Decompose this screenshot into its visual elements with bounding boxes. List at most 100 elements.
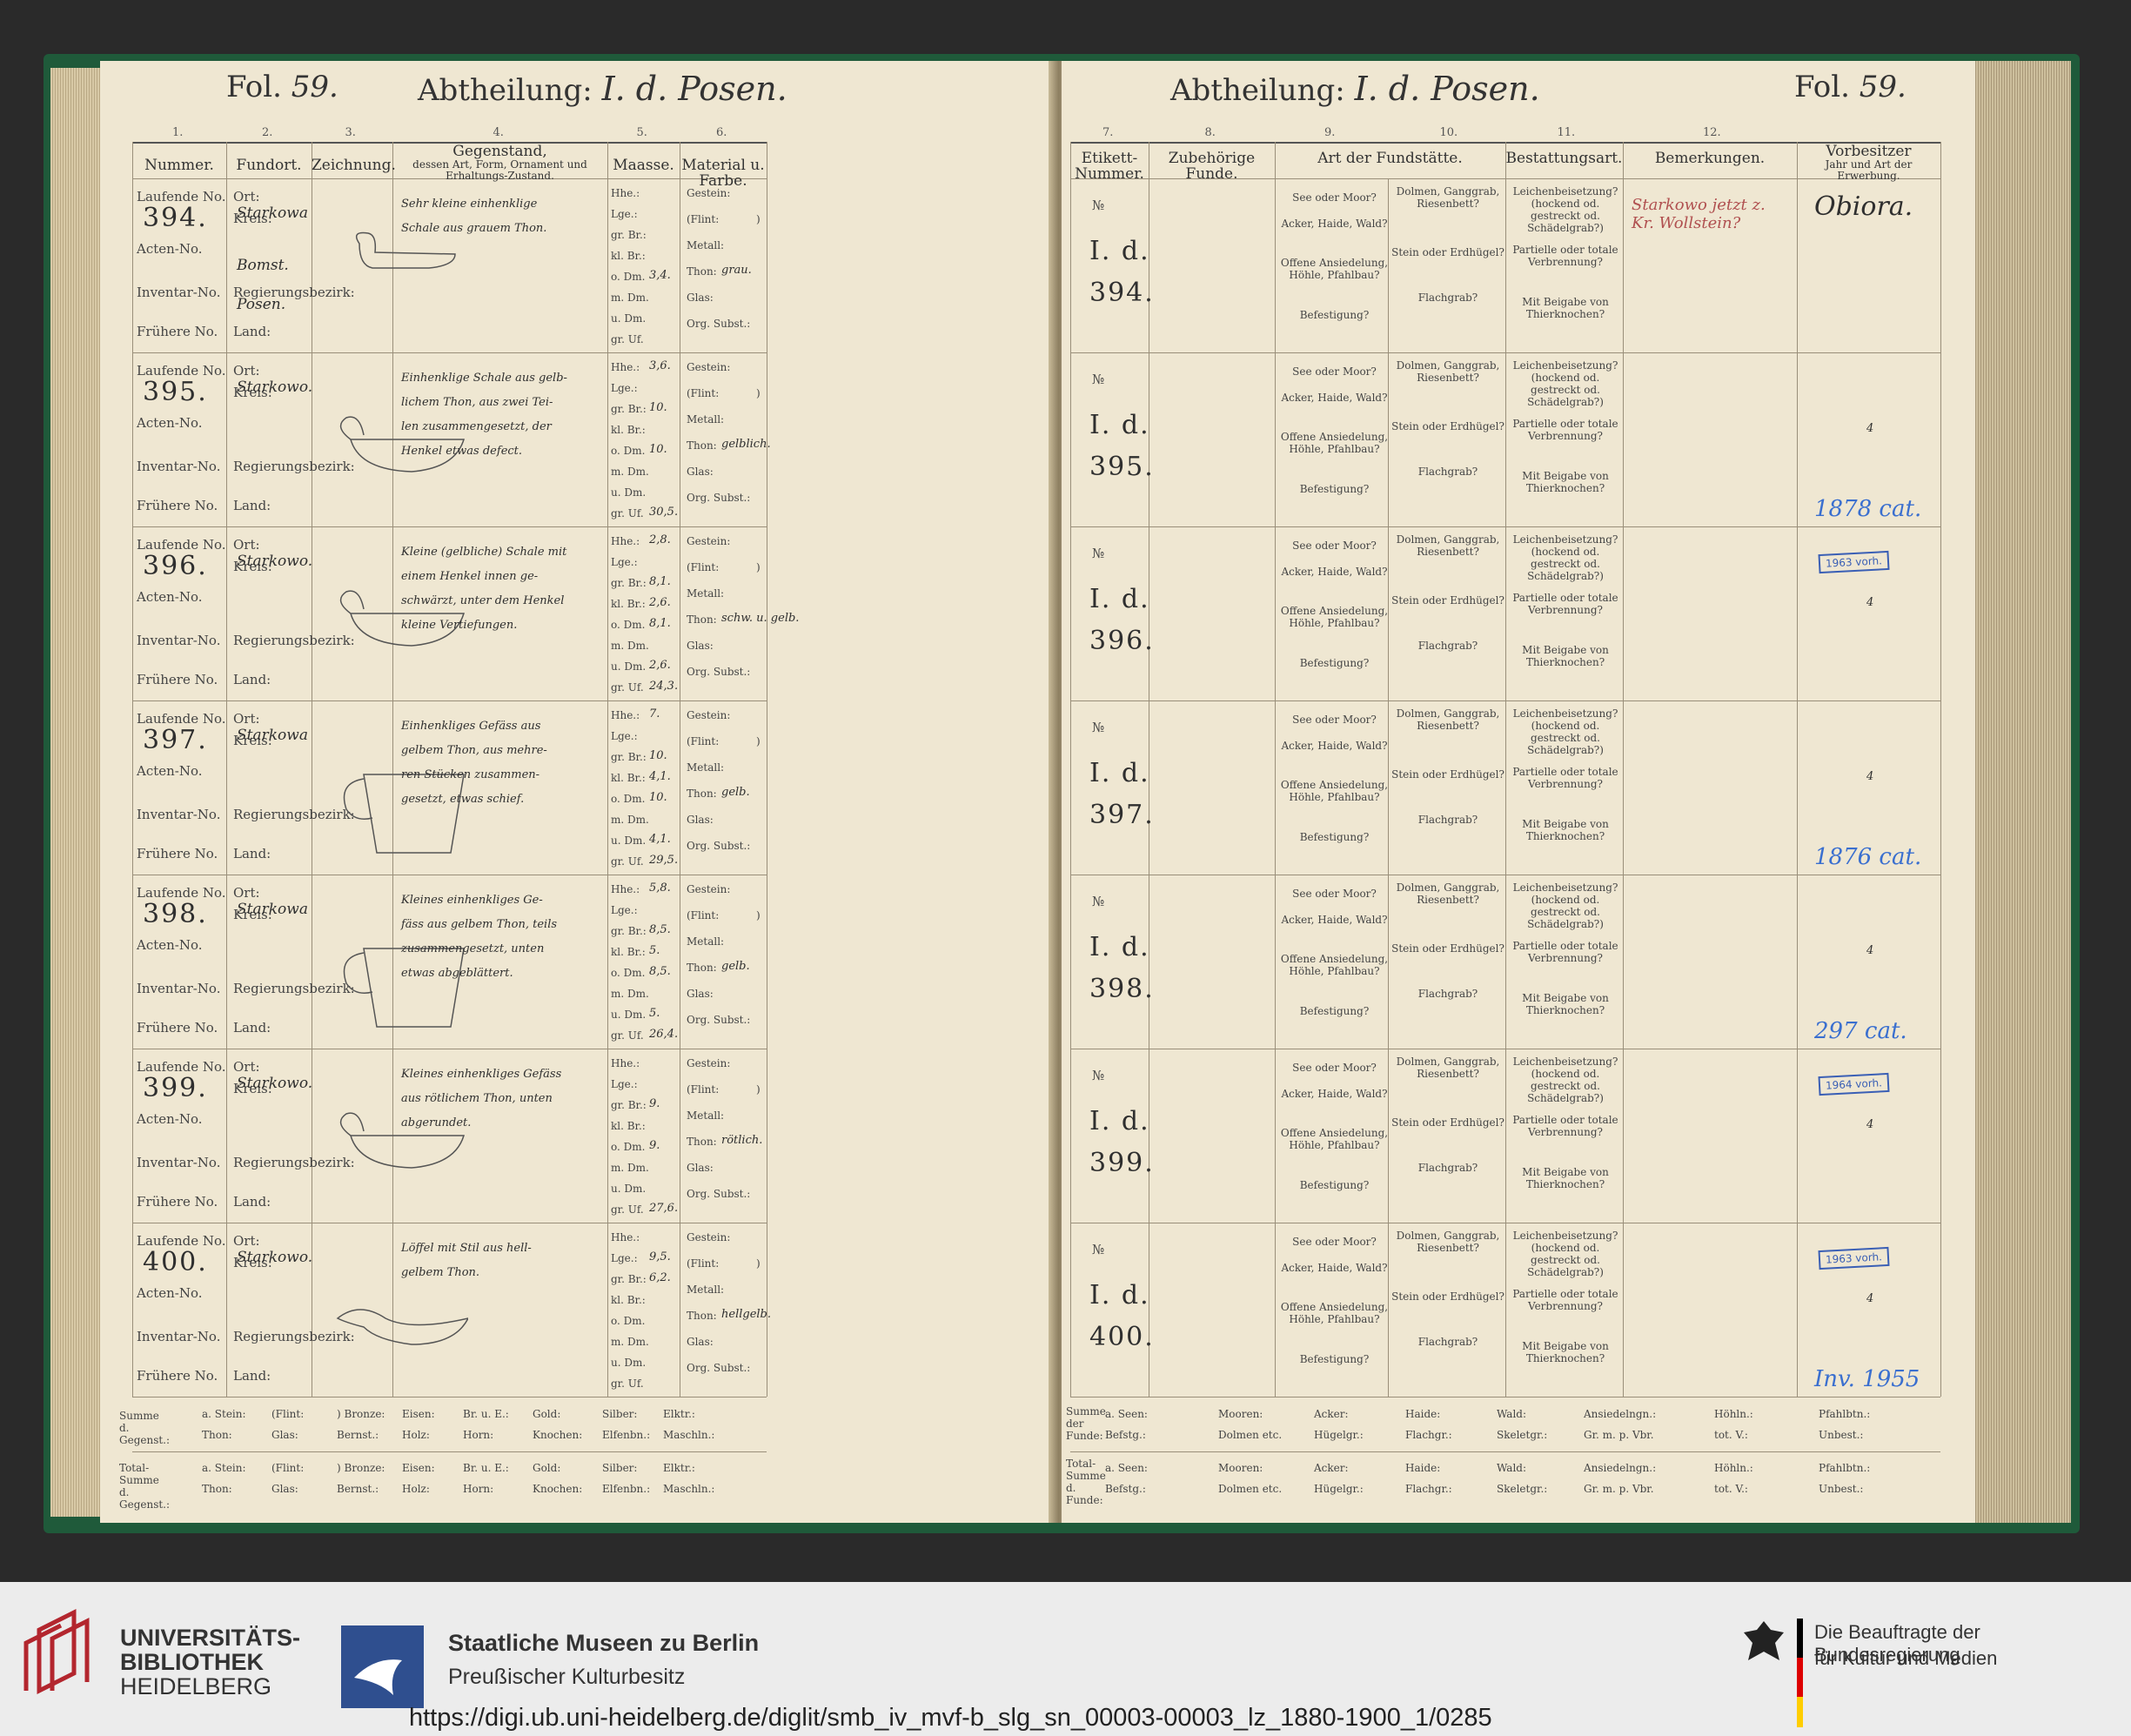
material-label: ) — [756, 213, 761, 225]
art-label-2: Flachgrab? — [1417, 292, 1478, 304]
maasse-value: 8,1. — [649, 617, 671, 630]
maasse-label: m. Dm. — [611, 292, 649, 304]
row-label: Acten-No. — [137, 763, 203, 779]
bestattung-label: Leichenbeisetzung? (hockend od. gestreck… — [1512, 185, 1618, 234]
right-sum1-row1-cell: Haide: — [1405, 1408, 1441, 1420]
art-label: See oder Moor? — [1292, 888, 1377, 900]
material-label: Thon: — [687, 439, 717, 452]
maasse-value: 8,5. — [649, 965, 671, 978]
sum2-row1-cell: Silber: — [602, 1462, 638, 1474]
right-sum2-row1-cell: Pfahlbtn.: — [1819, 1462, 1871, 1474]
laufende-no: 394. — [143, 203, 208, 233]
right-sum2-row1-cell: Höhln.: — [1714, 1462, 1753, 1474]
description-line: schwärzt, unter dem Henkel — [401, 594, 565, 607]
sum2-row2-cell: Knochen: — [533, 1483, 583, 1495]
maasse-label: Hhe.: — [611, 709, 640, 721]
left-header-zeichnung: Zeichnung. — [312, 157, 396, 174]
bestattung-label: Mit Beigabe von Thierknochen? — [1522, 1166, 1609, 1190]
fundort-ort: Starkowa — [237, 901, 308, 918]
material-label: Org. Subst.: — [687, 1014, 751, 1026]
laufende-no: 396. — [143, 551, 208, 581]
right-col-line — [1797, 142, 1798, 1397]
maasse-label: o. Dm. — [611, 793, 646, 805]
art-label: Offene Ansiedelung, Höhle, Pfahlbau? — [1280, 1127, 1389, 1151]
right-sum2-row2-cell: Unbest.: — [1819, 1483, 1864, 1495]
smb-subtitle: Preußischer Kulturbesitz — [448, 1665, 686, 1689]
row-label: Frühere No. — [137, 846, 218, 861]
art-label-2: Stein oder Erdhügel? — [1391, 1290, 1504, 1303]
right-header-zubehoerige: Zubehörige Funde. — [1168, 150, 1256, 183]
flag-black — [1797, 1619, 1803, 1658]
number-sign: № — [1092, 1068, 1105, 1083]
art-label-2: Dolmen, Ganggrab, Riesenbett? — [1396, 533, 1500, 558]
maasse-value: 7. — [649, 707, 660, 721]
vorbesitzer-mark: 4 — [1866, 770, 1874, 783]
bestattung-label: Leichenbeisetzung? (hockend od. gestreck… — [1512, 881, 1618, 930]
fundort-label: Ort: — [233, 363, 260, 379]
colnum-1: 1. — [172, 126, 184, 139]
sum2-row1-cell: Gold: — [533, 1462, 561, 1474]
right-header-bestattung: Bestattungsart. — [1505, 150, 1623, 167]
row-label: Frühere No. — [137, 1368, 218, 1384]
maasse-label: kl. Br.: — [611, 250, 646, 262]
left-fol-label: Fol. — [226, 70, 282, 104]
material-label: Glas: — [687, 292, 714, 304]
maasse-value: 5,8. — [649, 881, 671, 895]
sum2-row2-cell: Glas: — [271, 1483, 298, 1495]
art-label: Acker, Haide, Wald? — [1281, 914, 1388, 926]
sum1-row1-cell: Elktr.: — [663, 1408, 695, 1420]
row-label: Inventar-No. — [137, 285, 221, 300]
material-label: Thon: — [687, 962, 717, 974]
bestattung-label: Leichenbeisetzung? (hockend od. gestreck… — [1512, 707, 1618, 756]
description-line: Einhenklige Schale aus gelb- — [401, 372, 567, 385]
fundort-label: Land: — [233, 498, 271, 513]
material-label: ) — [756, 735, 761, 747]
material-label: Thon: — [687, 265, 717, 278]
maasse-value: 6,2. — [649, 1271, 671, 1284]
art-label-2: Flachgrab? — [1417, 988, 1478, 1000]
art-label: Befestigung? — [1299, 1179, 1370, 1191]
permalink-url[interactable]: https://digi.ub.uni-heidelberg.de/diglit… — [409, 1704, 1492, 1733]
right-sum-separator — [1070, 1451, 1940, 1452]
scan-background: Fol. 59. Abtheilung: I. d. Posen. 1. 2. 3.… — [0, 0, 2131, 1582]
number-sign: № — [1092, 720, 1105, 735]
left-fol: Fol. 59. — [226, 70, 338, 104]
bestattung-label: Mit Beigabe von Thierknochen? — [1522, 644, 1609, 668]
sum2-row2-cell: Holz: — [402, 1483, 430, 1495]
art-label-2: Dolmen, Ganggrab, Riesenbett? — [1396, 1230, 1500, 1254]
material-label: (Flint: — [687, 387, 720, 399]
material-label: Glas: — [687, 1162, 714, 1174]
fundort-bezirk: Posen. — [237, 296, 286, 313]
material-label: Metall: — [687, 587, 725, 600]
material-label: Gestein: — [687, 1057, 731, 1069]
material-label: ) — [756, 387, 761, 399]
right-sum1-row2-cell: Hügelgr.: — [1314, 1429, 1364, 1441]
maasse-value: 10. — [649, 791, 667, 804]
colnum-11: 11. — [1557, 126, 1576, 139]
material-label: Glas: — [687, 988, 714, 1000]
heidelberg-line2: BIBLIOTHEK — [120, 1649, 264, 1675]
etikett-nummer: I. d. 400. — [1089, 1280, 1155, 1352]
sum2-row1-cell: Br. u. E.: — [463, 1462, 509, 1474]
art-label: Offene Ansiedelung, Höhle, Pfahlbau? — [1280, 605, 1389, 629]
sum2-row1-cell: a. Stein: — [202, 1462, 246, 1474]
right-sum2-row1-cell: Haide: — [1405, 1462, 1441, 1474]
bestattung-label: Leichenbeisetzung? (hockend od. gestreck… — [1512, 1230, 1618, 1278]
row-label: Frühere No. — [137, 672, 218, 687]
catalog-note: 297 cat. — [1814, 1018, 1907, 1044]
flag-red — [1797, 1658, 1803, 1697]
vorbesitzer-mark: 4 — [1866, 422, 1874, 435]
description-line: abgerundet. — [401, 1116, 472, 1129]
description-line: Löffel mit Stil aus hell- — [401, 1242, 532, 1255]
material-label: Gestein: — [687, 883, 731, 895]
right-sum2-row2-cell: Gr. m. p. Vbr. — [1584, 1483, 1654, 1495]
maasse-value: 4,1. — [649, 770, 671, 783]
maasse-label: kl. Br.: — [611, 424, 646, 436]
material-label: Metall: — [687, 413, 725, 426]
material-label: Metall: — [687, 1284, 725, 1296]
right-fol: Fol. 59. — [1794, 70, 1907, 104]
right-col-line — [1623, 142, 1624, 1397]
material-label: ) — [756, 1083, 761, 1096]
material-label: Metall: — [687, 935, 725, 948]
colnum-4: 4. — [493, 126, 504, 139]
